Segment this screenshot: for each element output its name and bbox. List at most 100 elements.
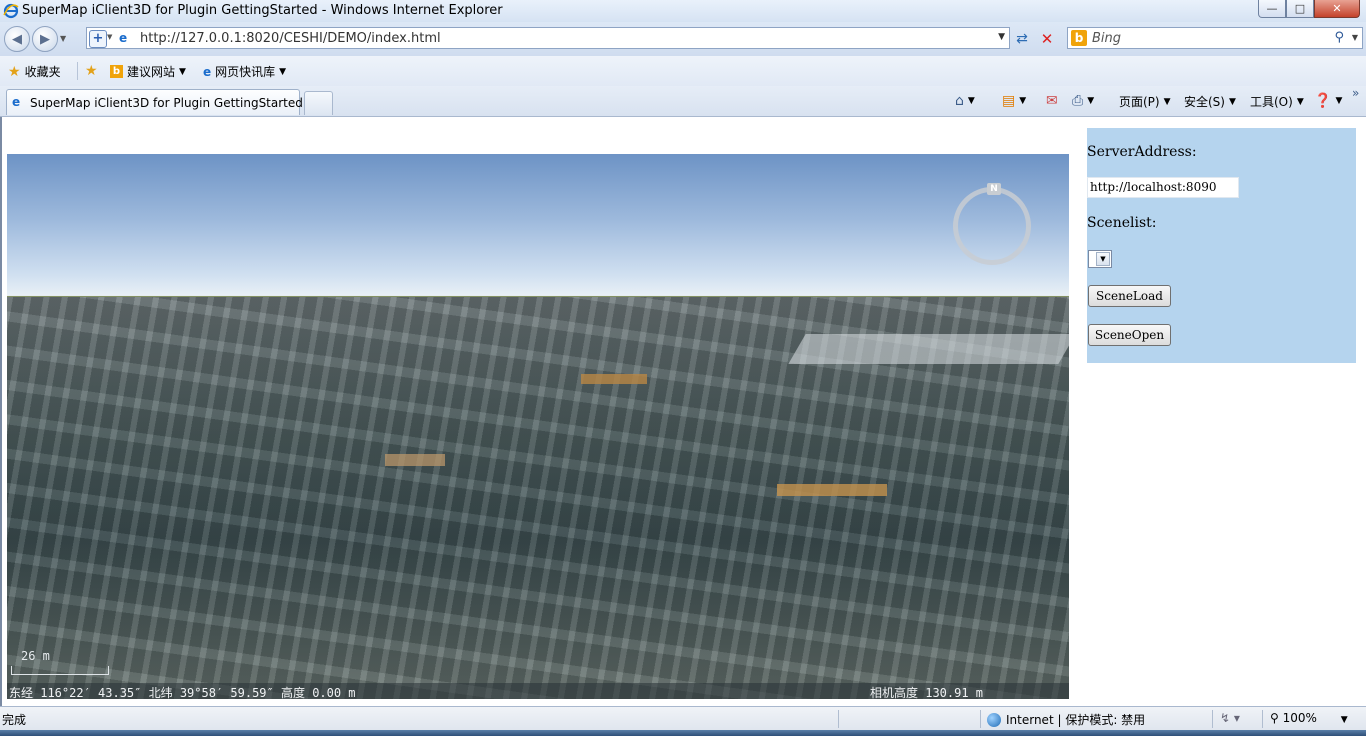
close-button[interactable]: ✕ [1314, 0, 1360, 18]
tab-active[interactable]: e SuperMap iClient3D for Plugin GettingS… [6, 89, 303, 115]
search-dropdown-icon[interactable]: ▼ [1352, 33, 1358, 42]
favorites-bar: ★ 收藏夹 ★ b 建议网站 ▼ e 网页快讯库 ▼ [0, 56, 1366, 87]
rss-icon: ▤ [1002, 93, 1016, 109]
chevron-down-icon: ▼ [1340, 715, 1348, 725]
internet-globe-icon [987, 712, 1001, 727]
page-menu[interactable]: 页面(P) ▼ [1119, 93, 1171, 110]
suggested-sites-link[interactable]: b 建议网站 ▼ [110, 63, 186, 80]
forward-arrow-icon: ▶ [40, 31, 50, 47]
search-icon[interactable]: ⚲ [1334, 30, 1344, 45]
url-path: :8020/CESHI/DEMO/index.html [241, 31, 441, 46]
browser-window: SuperMap iClient3D for Plugin GettingSta… [0, 0, 1366, 736]
minimize-icon: — [1266, 2, 1278, 15]
title-bar: SuperMap iClient3D for Plugin GettingSta… [0, 0, 1366, 22]
scene-open-button[interactable]: SceneOpen [1088, 324, 1171, 346]
scenelist-label: Scenelist: [1087, 215, 1157, 231]
terrain-feature [385, 454, 445, 466]
status-bar: 完成 Internet | 保护模式: 禁用 ↯ ▾ ⚲ 100% ▼ [0, 706, 1366, 731]
compass-north-label: N [987, 183, 1001, 195]
add-favorite-star-icon: ★ [85, 63, 98, 79]
zoom-control[interactable]: ⚲ 100% ▼ [1270, 711, 1348, 725]
chevron-down-icon: ▼ [1019, 96, 1027, 106]
minimize-button[interactable]: — [1258, 0, 1286, 18]
page-menu-label: 页面(P) [1119, 95, 1160, 109]
url-text[interactable]: http://127.0.0.1:8020/CESHI/DEMO/index.h… [140, 31, 441, 46]
plus-dropdown-icon[interactable]: ▼ [107, 33, 112, 41]
mail-icon: ✉ [1046, 93, 1058, 109]
favorites-label: 收藏夹 [24, 65, 61, 79]
address-row: ◀ ▶ ▼ + ▼ e http://127.0.0.1:8020/CESHI/… [0, 22, 1366, 56]
maximize-icon: □ [1294, 2, 1306, 15]
address-bar[interactable]: + ▼ e http://127.0.0.1:8020/CESHI/DEMO/i… [86, 27, 1010, 49]
web-slice-gallery-label: 网页快讯库 [215, 65, 276, 79]
security-zone-label: Internet | 保护模式: 禁用 [1006, 713, 1146, 727]
scale-label: 26 m [21, 649, 50, 663]
server-address-input[interactable]: http://localhost:8090 [1087, 177, 1239, 198]
protected-mode-icon[interactable]: ↯ ▾ [1220, 711, 1240, 725]
compatibility-plus-icon[interactable]: + [89, 30, 107, 48]
more-commands-chevron-icon[interactable]: » [1352, 86, 1359, 100]
terrain-feature [788, 334, 1069, 364]
chevron-down-icon: ▼ [1163, 96, 1171, 107]
terrain-feature [581, 374, 647, 384]
chevron-down-icon: ▼ [1296, 96, 1304, 107]
tools-menu-label: 工具(O) [1250, 95, 1293, 109]
forward-button[interactable]: ▶ [32, 26, 58, 52]
compass-ring[interactable]: N [953, 183, 1031, 265]
status-divider [1212, 710, 1213, 728]
window-title: SuperMap iClient3D for Plugin GettingSta… [22, 3, 503, 18]
control-panel: ServerAddress: http://localhost:8090 Sce… [1087, 128, 1356, 363]
server-address-label: ServerAddress: [1087, 144, 1197, 160]
scene-load-button[interactable]: SceneLoad [1088, 285, 1171, 307]
web-slice-gallery-link[interactable]: e 网页快讯库 ▼ [203, 63, 286, 80]
read-mail-button[interactable]: ✉ [1046, 93, 1058, 109]
stop-icon[interactable]: ✕ [1038, 30, 1056, 48]
address-dropdown-icon[interactable]: ▼ [998, 32, 1005, 42]
security-zone[interactable]: Internet | 保护模式: 禁用 [987, 711, 1145, 728]
home-button[interactable]: ⌂ ▼ [955, 93, 975, 109]
add-favorite-button[interactable]: ★ [85, 63, 102, 79]
tab-title: SuperMap iClient3D for Plugin GettingSta… [30, 96, 303, 110]
coordinate-bar: 东经 116°22′ 43.35″ 北纬 39°58′ 59.59″ 高度 0.… [7, 683, 1069, 699]
chevron-down-icon: ▼ [1087, 96, 1095, 106]
refresh-icon[interactable]: ⇄ [1013, 30, 1031, 48]
status-text: 完成 [2, 713, 27, 727]
new-tab-button[interactable] [304, 91, 333, 115]
help-menu[interactable]: ❓ ▼ [1314, 93, 1342, 109]
close-icon: ✕ [1332, 2, 1342, 15]
print-button[interactable]: ⎙ ▼ [1072, 93, 1094, 109]
bing-small-icon: b [110, 65, 123, 78]
bing-logo-icon: b [1071, 30, 1087, 46]
home-icon: ⌂ [955, 93, 964, 109]
chevron-down-icon: ▼ [1335, 96, 1343, 106]
tab-row: e SuperMap iClient3D for Plugin GettingS… [0, 86, 1366, 117]
zoom-level: 100% [1282, 711, 1317, 725]
chevron-down-icon: ▼ [279, 66, 287, 77]
chevron-down-icon: ▼ [179, 66, 186, 77]
help-icon: ❓ [1314, 93, 1332, 109]
feeds-button[interactable]: ▤ ▼ [1002, 93, 1026, 109]
back-button[interactable]: ◀ [4, 26, 30, 52]
back-arrow-icon: ◀ [12, 31, 22, 47]
search-box[interactable]: b Bing ⚲ ▼ [1067, 27, 1363, 49]
tools-menu[interactable]: 工具(O) ▼ [1250, 93, 1304, 110]
camera-height-readout: 相机高度 130.91 m [870, 686, 984, 699]
favorites-star-icon: ★ [8, 63, 21, 80]
select-dropdown-icon: ▼ [1096, 252, 1110, 266]
chevron-down-icon: ▼ [967, 96, 975, 106]
safety-menu[interactable]: 安全(S) ▼ [1184, 93, 1236, 110]
coordinate-readout: 东经 116°22′ 43.35″ 北纬 39°58′ 59.59″ 高度 0.… [9, 686, 356, 699]
ie-logo-icon [3, 3, 19, 19]
scenelist-select[interactable]: ▼ [1088, 250, 1112, 268]
3d-scene-viewport[interactable]: N 26 m 东经 116°22′ 43.35″ 北纬 39°58′ 59.59… [7, 154, 1069, 699]
terrain-feature [777, 484, 887, 496]
url-host: http://127.0.0.1 [140, 31, 242, 46]
chevron-down-icon: ▼ [1228, 96, 1236, 107]
status-divider [980, 710, 981, 728]
scale-bar [11, 666, 109, 675]
tab-ie-icon: e [12, 95, 21, 109]
maximize-button[interactable]: □ [1286, 0, 1314, 18]
history-dropdown-icon[interactable]: ▼ [60, 34, 66, 43]
page-ie-icon: e [203, 64, 212, 79]
favorites-button[interactable]: ★ 收藏夹 [8, 63, 61, 80]
